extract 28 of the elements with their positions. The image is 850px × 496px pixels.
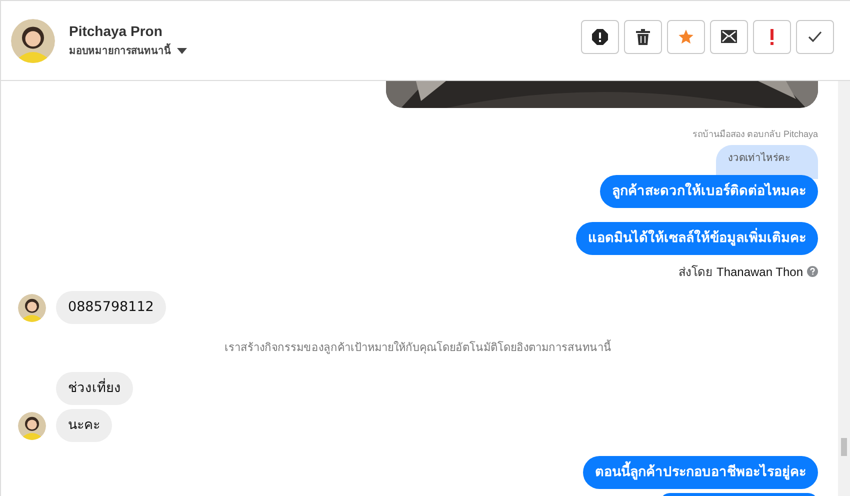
message-bubble: ลูกค้าสะดวกให้เบอร์ติดต่อไหมคะ (600, 175, 818, 208)
assign-dropdown[interactable]: มอบหมายการสนทนานี้ (69, 43, 187, 58)
avatar (11, 18, 55, 62)
envelope-icon (721, 30, 737, 43)
contact-name: Pitchaya Pron (69, 23, 164, 39)
unread-button[interactable] (710, 20, 748, 54)
message-bubble: ช่วงเที่ยง (56, 372, 133, 405)
star-icon (678, 28, 694, 44)
message-bubble: แอดมินได้ให้เซลล์ให้ข้อมูลเพิ่มเติมคะ (576, 222, 818, 255)
help-icon[interactable] (807, 266, 818, 277)
caret-icon (177, 48, 187, 54)
check-icon (808, 31, 822, 42)
message-bubble: ตอนนี้ลูกค้าประกอบอาชีพอะไรอยู่คะ (583, 456, 818, 489)
star-button[interactable] (667, 20, 705, 54)
spam-button[interactable] (581, 20, 619, 54)
message-bubble: นะคะ (56, 409, 112, 442)
sent-by-label: ส่งโดย (678, 264, 712, 281)
scrollbar[interactable] (838, 81, 850, 496)
trash-icon (636, 28, 650, 44)
delete-button[interactable] (624, 20, 662, 54)
important-button[interactable] (753, 20, 791, 54)
reply-caption: รถบ้านมือสอง ตอบกลับ Pitchaya (692, 128, 818, 141)
exclamation-icon (770, 28, 774, 44)
done-button[interactable] (796, 20, 834, 54)
spam-icon (592, 28, 608, 44)
system-notice: เราสร้างกิจกรรมของลูกค้าเป้าหมายให้กับคุณโดยอัตโนมัติโดยอิงตามการสนทนานี้ (224, 338, 612, 356)
message-bubble: 0885798112 (56, 291, 166, 324)
sender-name: Thanawan Thon (716, 264, 803, 278)
